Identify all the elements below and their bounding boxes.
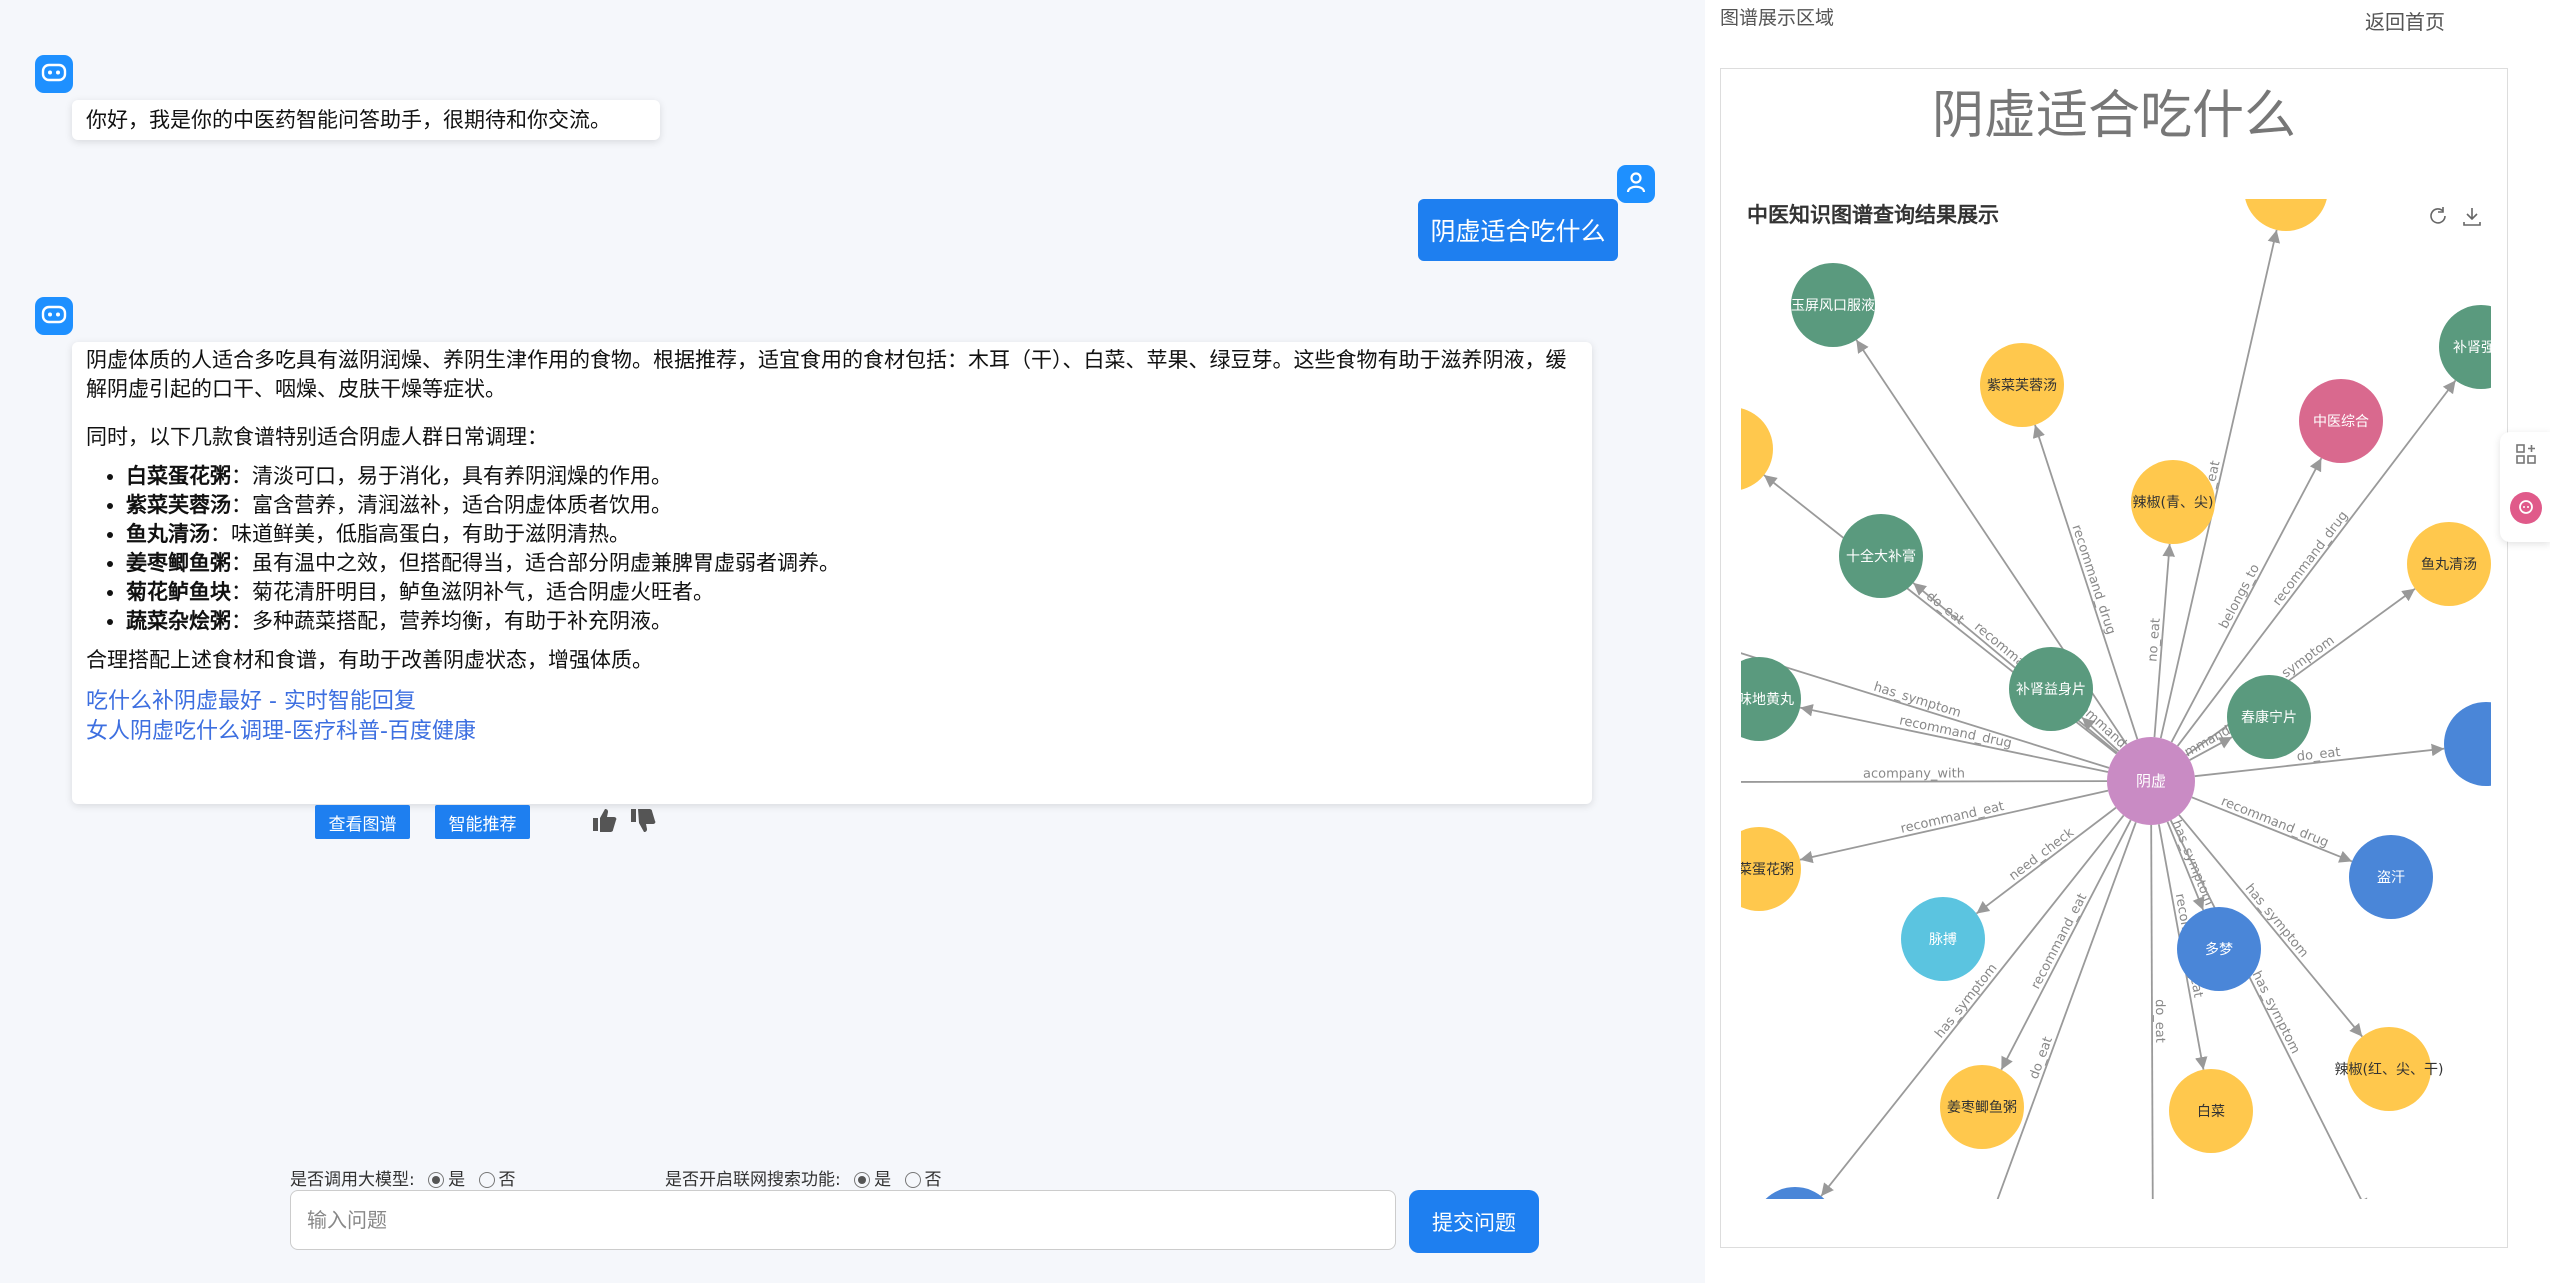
graph-node-label: 辣椒(青、尖) <box>2133 495 2214 511</box>
graph-title: 阴虚适合吃什么 <box>1931 86 2296 146</box>
graph-node[interactable] <box>2244 199 2328 231</box>
greeting-text: 你好，我是你的中医药智能问答助手，很期待和你交流。 <box>86 108 611 132</box>
graph-edge-label: acompany_with <box>1863 766 1965 781</box>
graph-node-label: 六味地黄丸 <box>1741 691 1794 708</box>
graph-frame: 阴虚适合吃什么 中医知识图谱查询结果展示 do_eat recommand_dru… <box>1720 68 2508 1248</box>
graph-node-label: 春康宁片 <box>2241 709 2297 726</box>
graph-edge-label: do_eat <box>2152 999 2167 1043</box>
recipe-list: 白菜蛋花粥：清淡可口，易于消化，具有养阴润燥的作用。 紫菜芙蓉汤：富含营养，清润… <box>86 462 1578 636</box>
list-item: 紫菜芙蓉汤：富含营养，清润滋补，适合阴虚体质者饮用。 <box>126 491 1578 520</box>
user-question-text: 阴虚适合吃什么 <box>1430 217 1606 246</box>
side-toolbar <box>2500 432 2550 542</box>
source-link-2[interactable]: 女人阴虚吃什么调理-医疗科普-百度健康 <box>86 717 1578 747</box>
knowledge-graph[interactable]: do_eatrecommand_drugno_eatbelongs_to reco… <box>1741 199 2491 1199</box>
graph-node-label: 玉屏风口服液 <box>1791 298 1875 314</box>
web-search-option-group: 是否开启联网搜索功能: 是 否 <box>665 1165 942 1190</box>
greeting-bubble: 你好，我是你的中医药智能问答助手，很期待和你交流。 <box>72 100 660 140</box>
answer-paragraph-3: 合理搭配上述食材和食谱，有助于改善阴虚状态，增强体质。 <box>86 648 653 672</box>
home-link[interactable]: 返回首页 <box>2365 6 2445 35</box>
graph-node-label: 辣椒(红、尖、干) <box>2335 1062 2444 1078</box>
list-item: 蔬菜杂烩粥：多种蔬菜搭配，营养均衡，有助于补充阴液。 <box>126 607 1578 636</box>
graph-node-label: 脉搏 <box>1929 931 1957 948</box>
answer-paragraph-2: 同时，以下几款食谱特别适合阴虚人群日常调理： <box>86 425 548 449</box>
apps-icon[interactable] <box>2514 442 2538 470</box>
web-no-label: 否 <box>924 1170 942 1190</box>
llm-yes-label: 是 <box>448 1170 466 1190</box>
list-item: 白菜蛋花粥：清淡可口，易于消化，具有养阴润燥的作用。 <box>126 462 1578 491</box>
graph-edge-label: belongs_to <box>2217 562 2263 632</box>
graph-node-label: 白菜蛋花粥 <box>1741 861 1794 878</box>
web-no-radio[interactable] <box>904 1172 921 1188</box>
graph-node[interactable] <box>2444 702 2491 786</box>
web-yes-radio[interactable] <box>854 1172 871 1188</box>
graph-edge-label: need_check <box>2006 825 2077 884</box>
graph-node-label: 多梦 <box>2205 941 2233 958</box>
graph-area-label: 图谱展示区域 <box>1720 7 1835 29</box>
smart-recommend-button[interactable]: 智能推荐 <box>435 805 530 839</box>
download-icon[interactable] <box>2461 205 2483 231</box>
question-input[interactable] <box>290 1190 1396 1250</box>
llm-no-radio[interactable] <box>478 1172 495 1188</box>
user-avatar <box>1617 165 1655 203</box>
assistant-icon[interactable] <box>2510 492 2542 524</box>
graph-node-label: 紫菜芙蓉汤 <box>1987 377 2057 394</box>
list-item: 菊花鲈鱼块：菊花清肝明目，鲈鱼滋阴补气，适合阴虚火旺者。 <box>126 578 1578 607</box>
source-link-1[interactable]: 吃什么补阴虚最好 - 实时智能回复 <box>86 687 1578 717</box>
graph-edge-label: recommand_drug <box>2219 794 2331 850</box>
graph-node-label: 姜枣鲫鱼粥 <box>1947 1099 2017 1116</box>
user-question-bubble: 阴虚适合吃什么 <box>1418 199 1618 261</box>
submit-question-button[interactable]: 提交问题 <box>1409 1190 1539 1253</box>
web-search-option-label: 是否开启联网搜索功能: <box>665 1170 841 1190</box>
list-item: 鱼丸清汤：味道鲜美，低脂高蛋白，有助于滋阴清热。 <box>126 520 1578 549</box>
graph-node-label: 补肾益身片 <box>2016 682 2086 698</box>
graph-edge-label: recommand_drug <box>2068 523 2118 637</box>
chart-title: 中医知识图谱查询结果展示 <box>1747 203 1999 227</box>
bot-avatar <box>35 55 73 93</box>
graph-node-label: 鱼丸清汤 <box>2421 556 2477 573</box>
robot-icon <box>41 61 67 87</box>
graph-node-label: 补肾强身 <box>2453 340 2491 356</box>
robot-icon <box>41 303 67 329</box>
graph-edge-label: has_symptom <box>2249 969 2303 1057</box>
graph-node-label: 中医综合 <box>2313 414 2369 430</box>
web-yes-label: 是 <box>874 1170 892 1190</box>
user-icon <box>1626 171 1646 197</box>
bot-avatar-answer <box>35 297 73 335</box>
graph-center-label: 阴虚 <box>2136 772 2166 790</box>
graph-node-label: 白菜 <box>2197 1104 2225 1120</box>
list-item: 姜枣鲫鱼粥：虽有温中之效，但搭配得当，适合部分阴虚兼脾胃虚弱者调养。 <box>126 549 1578 578</box>
thumbs-down-icon[interactable] <box>628 806 656 838</box>
graph-node-label: 盗汗 <box>2377 870 2405 886</box>
refresh-icon[interactable] <box>2427 205 2449 231</box>
graph-edge-label: do_eat <box>2296 745 2341 765</box>
answer-bubble: 阴虚体质的人适合多吃具有滋阴润燥、养阴生津作用的食物。根据推荐，适宜食用的食材包… <box>72 342 1592 804</box>
graph-edge-label: do_eat <box>2027 1035 2056 1081</box>
graph-edge-label: has_symptom <box>1872 680 1963 721</box>
chat-panel: 你好，我是你的中医药智能问答助手，很期待和你交流。 阴虚适合吃什么 阴虚体质的人… <box>0 0 1705 1283</box>
llm-yes-radio[interactable] <box>428 1172 445 1188</box>
view-graph-button[interactable]: 查看图谱 <box>315 805 410 839</box>
thumbs-up-icon[interactable] <box>590 806 618 838</box>
graph-edge-label: recommand_drug <box>2270 509 2351 609</box>
graph-edge-label: recommand_eat <box>2028 891 2090 992</box>
graph-node-label: 十全大补膏 <box>1846 548 1916 565</box>
llm-option-label: 是否调用大模型: <box>290 1170 415 1190</box>
llm-option-group: 是否调用大模型: 是 否 <box>290 1165 516 1190</box>
answer-paragraph-1: 阴虚体质的人适合多吃具有滋阴润燥、养阴生津作用的食物。根据推荐，适宜食用的食材包… <box>86 348 1567 401</box>
llm-no-label: 否 <box>498 1170 516 1190</box>
